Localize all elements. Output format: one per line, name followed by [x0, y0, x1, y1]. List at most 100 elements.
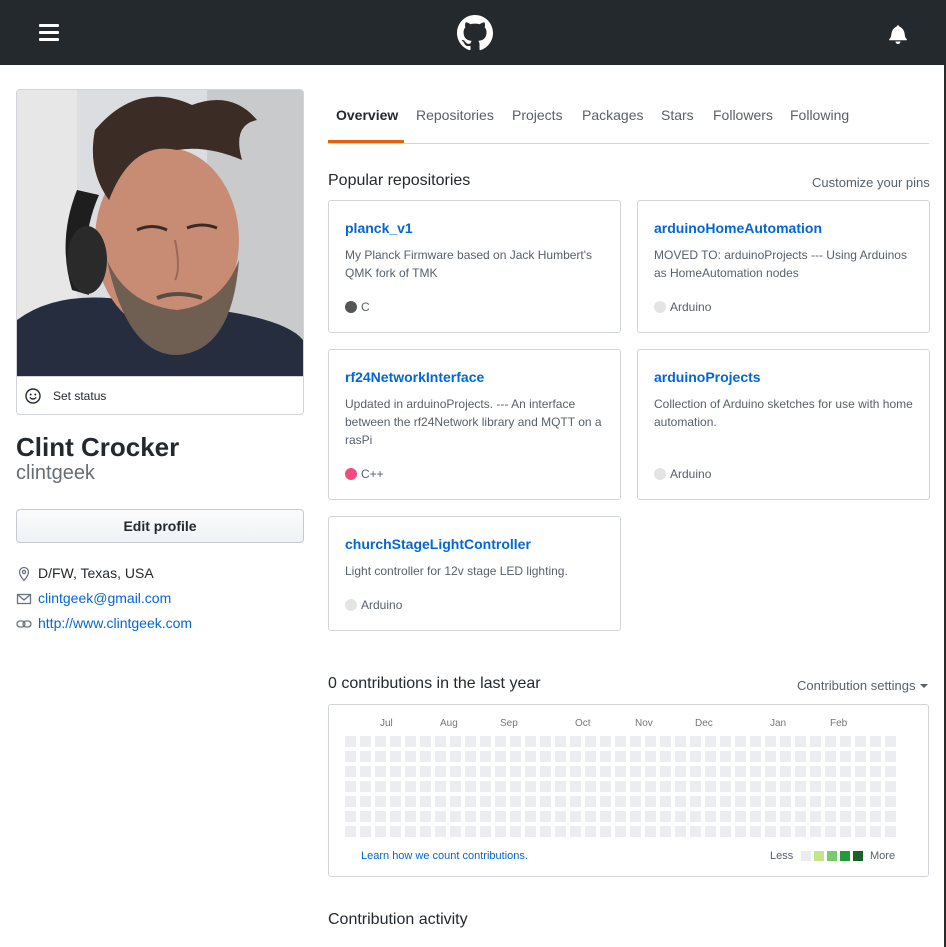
- contribution-day-cell[interactable]: [630, 781, 641, 792]
- contribution-day-cell[interactable]: [660, 781, 671, 792]
- contribution-day-cell[interactable]: [615, 826, 626, 837]
- contribution-day-cell[interactable]: [825, 766, 836, 777]
- contribution-day-cell[interactable]: [825, 796, 836, 807]
- contribution-day-cell[interactable]: [615, 736, 626, 747]
- contribution-day-cell[interactable]: [570, 796, 581, 807]
- hamburger-icon[interactable]: [39, 24, 59, 42]
- contribution-day-cell[interactable]: [360, 751, 371, 762]
- contribution-day-cell[interactable]: [390, 781, 401, 792]
- contribution-day-cell[interactable]: [780, 781, 791, 792]
- set-status-button[interactable]: Set status: [17, 376, 303, 414]
- contribution-day-cell[interactable]: [675, 796, 686, 807]
- contribution-day-cell[interactable]: [540, 811, 551, 822]
- contribution-day-cell[interactable]: [810, 751, 821, 762]
- contribution-day-cell[interactable]: [375, 781, 386, 792]
- contribution-day-cell[interactable]: [540, 766, 551, 777]
- contribution-day-cell[interactable]: [420, 811, 431, 822]
- contribution-day-cell[interactable]: [585, 736, 596, 747]
- contribution-day-cell[interactable]: [690, 766, 701, 777]
- contribution-day-cell[interactable]: [405, 826, 416, 837]
- contribution-day-cell[interactable]: [480, 751, 491, 762]
- contribution-day-cell[interactable]: [390, 811, 401, 822]
- contribution-day-cell[interactable]: [450, 826, 461, 837]
- contribution-day-cell[interactable]: [585, 826, 596, 837]
- contribution-settings-dropdown[interactable]: Contribution settings: [797, 678, 928, 693]
- contribution-day-cell[interactable]: [810, 781, 821, 792]
- contribution-day-cell[interactable]: [375, 811, 386, 822]
- contribution-day-cell[interactable]: [540, 826, 551, 837]
- contribution-day-cell[interactable]: [555, 751, 566, 762]
- contribution-day-cell[interactable]: [525, 796, 536, 807]
- contribution-day-cell[interactable]: [435, 781, 446, 792]
- contribution-day-cell[interactable]: [750, 766, 761, 777]
- contribution-day-cell[interactable]: [735, 811, 746, 822]
- contribution-day-cell[interactable]: [840, 781, 851, 792]
- contribution-day-cell[interactable]: [510, 751, 521, 762]
- contribution-day-cell[interactable]: [885, 826, 896, 837]
- contribution-day-cell[interactable]: [525, 736, 536, 747]
- contribution-day-cell[interactable]: [705, 736, 716, 747]
- contribution-day-cell[interactable]: [735, 751, 746, 762]
- contribution-day-cell[interactable]: [855, 766, 866, 777]
- contribution-day-cell[interactable]: [480, 781, 491, 792]
- contribution-day-cell[interactable]: [570, 826, 581, 837]
- contribution-day-cell[interactable]: [795, 766, 806, 777]
- contribution-day-cell[interactable]: [825, 781, 836, 792]
- contribution-day-cell[interactable]: [570, 811, 581, 822]
- contribution-day-cell[interactable]: [750, 826, 761, 837]
- contribution-day-cell[interactable]: [540, 736, 551, 747]
- tab-projects[interactable]: Projects: [512, 107, 563, 123]
- contribution-day-cell[interactable]: [360, 766, 371, 777]
- contribution-day-cell[interactable]: [390, 736, 401, 747]
- contribution-day-cell[interactable]: [390, 751, 401, 762]
- contribution-day-cell[interactable]: [630, 826, 641, 837]
- contribution-day-cell[interactable]: [750, 736, 761, 747]
- contribution-day-cell[interactable]: [510, 766, 521, 777]
- contribution-day-cell[interactable]: [585, 781, 596, 792]
- contribution-day-cell[interactable]: [825, 736, 836, 747]
- contribution-day-cell[interactable]: [690, 826, 701, 837]
- contribution-day-cell[interactable]: [420, 796, 431, 807]
- contribution-day-cell[interactable]: [870, 811, 881, 822]
- contribution-day-cell[interactable]: [405, 736, 416, 747]
- contribution-day-cell[interactable]: [510, 796, 521, 807]
- contribution-day-cell[interactable]: [600, 736, 611, 747]
- contribution-day-cell[interactable]: [495, 781, 506, 792]
- contribution-day-cell[interactable]: [630, 796, 641, 807]
- contribution-day-cell[interactable]: [465, 781, 476, 792]
- contribution-day-cell[interactable]: [375, 796, 386, 807]
- contribution-day-cell[interactable]: [435, 811, 446, 822]
- contribution-day-cell[interactable]: [840, 811, 851, 822]
- contribution-day-cell[interactable]: [825, 751, 836, 762]
- contribution-day-cell[interactable]: [450, 751, 461, 762]
- edit-profile-button[interactable]: Edit profile: [16, 509, 304, 543]
- contribution-day-cell[interactable]: [855, 781, 866, 792]
- tab-followers[interactable]: Followers: [713, 107, 773, 123]
- contribution-day-cell[interactable]: [540, 751, 551, 762]
- contribution-day-cell[interactable]: [420, 736, 431, 747]
- contribution-day-cell[interactable]: [405, 796, 416, 807]
- contribution-day-cell[interactable]: [555, 811, 566, 822]
- contribution-day-cell[interactable]: [495, 826, 506, 837]
- contribution-day-cell[interactable]: [450, 796, 461, 807]
- contribution-day-cell[interactable]: [615, 751, 626, 762]
- contribution-day-cell[interactable]: [345, 751, 356, 762]
- contribution-day-cell[interactable]: [675, 751, 686, 762]
- contribution-day-cell[interactable]: [885, 796, 896, 807]
- contribution-day-cell[interactable]: [675, 826, 686, 837]
- contribution-day-cell[interactable]: [750, 811, 761, 822]
- contribution-day-cell[interactable]: [690, 796, 701, 807]
- avatar[interactable]: [17, 90, 303, 376]
- contribution-day-cell[interactable]: [570, 751, 581, 762]
- contribution-day-cell[interactable]: [795, 751, 806, 762]
- contribution-day-cell[interactable]: [825, 826, 836, 837]
- contribution-day-cell[interactable]: [735, 736, 746, 747]
- contribution-day-cell[interactable]: [720, 736, 731, 747]
- email-link[interactable]: clintgeek@gmail.com: [38, 590, 171, 606]
- contribution-day-cell[interactable]: [675, 736, 686, 747]
- contribution-day-cell[interactable]: [690, 811, 701, 822]
- contribution-day-cell[interactable]: [780, 766, 791, 777]
- github-mark-icon[interactable]: [457, 15, 493, 51]
- contribution-day-cell[interactable]: [420, 766, 431, 777]
- contribution-day-cell[interactable]: [645, 796, 656, 807]
